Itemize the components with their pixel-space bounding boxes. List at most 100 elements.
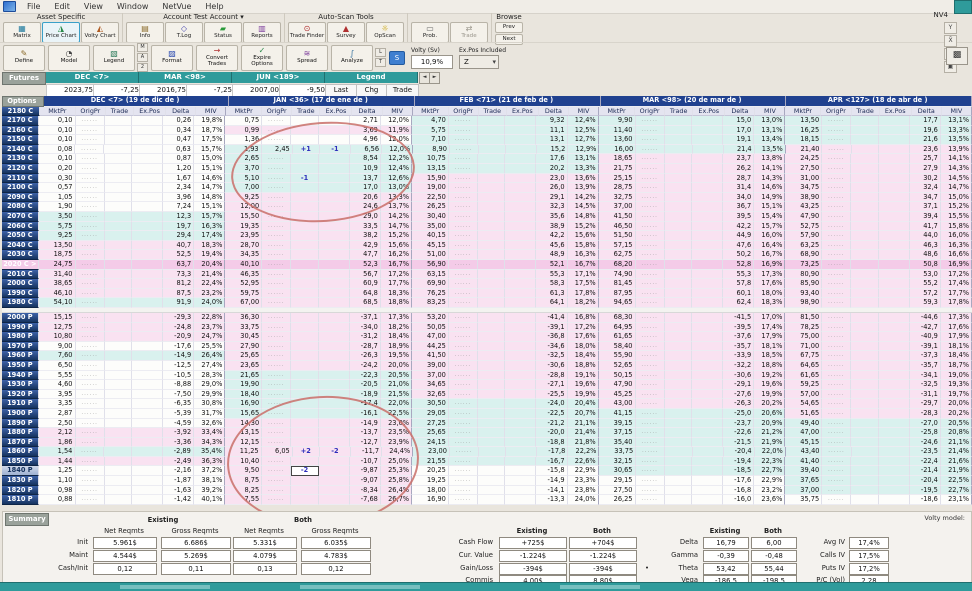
cell-origpr[interactable]: ...... bbox=[636, 298, 665, 308]
cell-expos[interactable] bbox=[319, 164, 350, 174]
col-header-mktpr[interactable]: MktPr bbox=[413, 107, 449, 117]
cell-miv[interactable]: 18,3% bbox=[194, 241, 225, 251]
cell-mktpr[interactable]: 10,75 bbox=[412, 154, 449, 164]
cell-mktpr[interactable]: 5,75 bbox=[39, 222, 76, 232]
strike-cell[interactable]: 2160 C bbox=[2, 126, 39, 136]
matrix-row[interactable]: 1920 P3,95......-7,5029,9%18,40......-18… bbox=[2, 390, 972, 400]
cell-mktpr[interactable]: 47,00 bbox=[785, 428, 822, 438]
cell-expos[interactable] bbox=[319, 279, 350, 289]
matrix-row[interactable]: 1930 P4,60......-8,8829,0%19,90......-20… bbox=[2, 380, 972, 390]
cell-miv[interactable]: 28,3% bbox=[194, 371, 225, 381]
cell-expos[interactable] bbox=[879, 438, 910, 448]
strike-cell[interactable]: 2170 C bbox=[2, 116, 39, 126]
cell-trade[interactable] bbox=[105, 361, 132, 371]
cell-delta[interactable]: -1,42 bbox=[163, 495, 194, 505]
cell-delta[interactable]: -2,16 bbox=[163, 466, 194, 476]
cell-expos[interactable] bbox=[692, 212, 723, 222]
cell-trade[interactable] bbox=[665, 457, 692, 467]
cell-origpr[interactable]: ...... bbox=[75, 145, 104, 155]
strike-cell[interactable]: 2080 C bbox=[2, 202, 39, 212]
cell-miv[interactable]: 16,6% bbox=[941, 250, 972, 260]
convert-trades-button[interactable]: →Convert Trades bbox=[196, 45, 238, 71]
cell-mktpr[interactable]: 44,25 bbox=[412, 342, 449, 352]
cell-miv[interactable]: 37,2% bbox=[194, 466, 225, 476]
cell-delta[interactable]: 11,1 bbox=[536, 126, 567, 136]
cell-mktpr[interactable]: 1,05 bbox=[39, 193, 76, 203]
cell-origpr[interactable]: ...... bbox=[262, 361, 291, 371]
cell-trade[interactable] bbox=[478, 231, 505, 241]
cell-origpr[interactable]: ...... bbox=[822, 193, 851, 203]
cell-trade[interactable] bbox=[291, 222, 318, 232]
cell-expos[interactable] bbox=[693, 145, 724, 155]
cell-expos[interactable] bbox=[132, 332, 163, 342]
cell-delta[interactable]: -28,8 bbox=[536, 371, 567, 381]
strike-cell[interactable]: 1970 P bbox=[2, 342, 39, 352]
cell-trade[interactable] bbox=[665, 351, 692, 361]
cell-trade[interactable] bbox=[291, 476, 318, 486]
cell-trade[interactable] bbox=[291, 495, 318, 505]
cell-expos[interactable] bbox=[132, 174, 163, 184]
cell-trade[interactable] bbox=[291, 371, 318, 381]
cell-origpr[interactable]: ...... bbox=[76, 135, 105, 145]
cell-expos[interactable] bbox=[132, 419, 163, 429]
cell-miv[interactable]: 16,3% bbox=[194, 222, 225, 232]
cell-mktpr[interactable]: 81,50 bbox=[785, 313, 822, 323]
cell-delta[interactable]: 81,2 bbox=[163, 279, 194, 289]
cell-origpr[interactable]: ...... bbox=[76, 116, 105, 126]
cell-mktpr[interactable]: 10,80 bbox=[39, 332, 76, 342]
cell-delta[interactable]: 30,2 bbox=[910, 174, 941, 184]
cell-origpr[interactable]: ...... bbox=[822, 231, 851, 241]
cell-mktpr[interactable]: 1,10 bbox=[39, 476, 76, 486]
col-header-expos[interactable]: Ex.Pos bbox=[507, 107, 539, 117]
matrix-row[interactable]: 2050 C9,25......29,417,4%23,95......38,2… bbox=[2, 231, 972, 241]
cell-miv[interactable]: 39,2% bbox=[194, 486, 225, 496]
strike-cell[interactable]: 1960 P bbox=[2, 351, 39, 361]
futures-month-dec[interactable]: DEC <7> bbox=[46, 72, 139, 83]
cell-mktpr[interactable]: 2,87 bbox=[39, 409, 76, 419]
cell-origpr[interactable]: ...... bbox=[822, 476, 851, 486]
cell-trade[interactable] bbox=[665, 250, 692, 260]
cell-delta[interactable]: 52,1 bbox=[536, 260, 567, 270]
cell-origpr[interactable]: ...... bbox=[822, 222, 851, 232]
cell-trade[interactable] bbox=[291, 279, 318, 289]
cell-expos[interactable] bbox=[505, 486, 536, 496]
cell-delta[interactable]: 2,34 bbox=[163, 183, 194, 193]
format-button[interactable]: ▨Format bbox=[151, 45, 193, 71]
cell-mktpr[interactable]: 29,15 bbox=[599, 476, 636, 486]
cell-mktpr[interactable]: 20,25 bbox=[412, 466, 449, 476]
cell-miv[interactable]: 13,9% bbox=[941, 145, 972, 155]
cell-delta[interactable]: -25,0 bbox=[723, 409, 754, 419]
cell-expos[interactable] bbox=[132, 371, 163, 381]
cell-trade[interactable] bbox=[291, 399, 318, 409]
cell-origpr[interactable]: ...... bbox=[822, 351, 851, 361]
cell-expos[interactable] bbox=[319, 428, 350, 438]
cell-miv[interactable]: 20,2% bbox=[754, 399, 785, 409]
cell-origpr[interactable]: ...... bbox=[449, 250, 478, 260]
cell-origpr[interactable]: ...... bbox=[76, 495, 105, 505]
strike-cell[interactable]: 1940 P bbox=[2, 371, 39, 381]
cell-mktpr[interactable]: 5,75 bbox=[412, 126, 449, 136]
cell-expos[interactable] bbox=[132, 241, 163, 251]
cell-origpr[interactable]: ...... bbox=[262, 250, 291, 260]
cell-trade[interactable] bbox=[851, 323, 878, 333]
cell-mktpr[interactable]: 23,00 bbox=[413, 447, 450, 457]
cell-expos[interactable] bbox=[132, 222, 163, 232]
cell-origpr[interactable]: ...... bbox=[636, 495, 665, 505]
prev-button[interactable]: Prev bbox=[495, 22, 523, 33]
strike-cell[interactable]: 1880 P bbox=[2, 428, 39, 438]
cell-expos[interactable] bbox=[505, 250, 536, 260]
cell-delta[interactable]: -14,9 bbox=[163, 351, 194, 361]
cell-delta[interactable]: 29,4 bbox=[163, 231, 194, 241]
col-header-delta[interactable]: Delta bbox=[725, 107, 755, 117]
cell-trade[interactable] bbox=[851, 164, 878, 174]
cell-origpr[interactable]: ...... bbox=[449, 390, 478, 400]
cell-trade[interactable] bbox=[478, 279, 505, 289]
define-button[interactable]: ✎Define bbox=[3, 45, 45, 71]
cell-miv[interactable]: 14,9% bbox=[754, 193, 785, 203]
cell-trade[interactable] bbox=[665, 241, 692, 251]
cell-origpr[interactable]: ...... bbox=[262, 193, 291, 203]
cell-miv[interactable]: 18,8% bbox=[568, 361, 599, 371]
col-header-delta[interactable]: Delta bbox=[912, 107, 942, 117]
cell-miv[interactable]: 17,8% bbox=[941, 298, 972, 308]
cell-delta[interactable]: -35,7 bbox=[723, 342, 754, 352]
